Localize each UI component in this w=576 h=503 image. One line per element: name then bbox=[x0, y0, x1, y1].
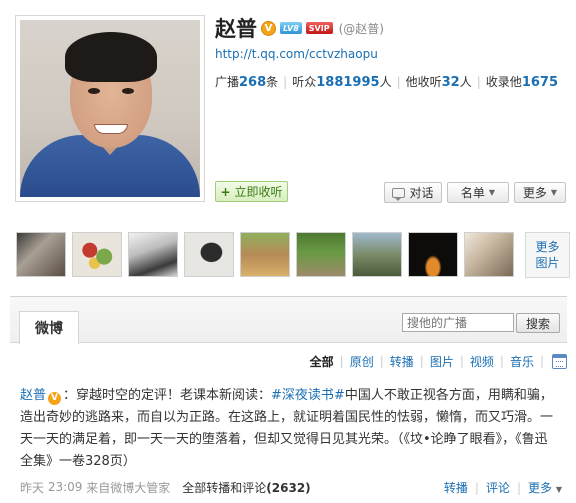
calendar-icon[interactable] bbox=[552, 353, 567, 369]
profile-handle: (@赵普) bbox=[338, 21, 384, 36]
filter-music[interactable]: 音乐 bbox=[510, 353, 534, 370]
profile-avatar bbox=[15, 15, 205, 202]
chevron-down-icon: ▼ bbox=[555, 485, 562, 494]
following-stat[interactable]: 他收听32人 bbox=[406, 73, 472, 90]
post-body: 赵普 V ：穿越时空的定评！老课本新阅读：#深夜读书#中国人不敢正视各方面，用瞒和骗… bbox=[20, 388, 554, 469]
profile-name-row: 赵普 V LV8 SVIP (@赵普) bbox=[215, 14, 384, 42]
post-day: 昨天 bbox=[20, 480, 45, 495]
search-input[interactable] bbox=[402, 313, 514, 332]
plus-icon: + bbox=[220, 184, 231, 199]
list-button[interactable]: 名单 ▼ bbox=[447, 182, 509, 203]
search-button[interactable]: 搜索 bbox=[516, 313, 560, 333]
more-button[interactable]: 更多 ▼ bbox=[514, 182, 566, 203]
post-source[interactable]: 来自微博大管家 bbox=[86, 479, 170, 496]
tab-weibo[interactable]: 微博 bbox=[19, 311, 79, 344]
comment-link[interactable]: 评论 bbox=[486, 479, 510, 496]
more-photos-link[interactable]: 更多 图片 bbox=[525, 232, 570, 278]
filter-all[interactable]: 全部 bbox=[310, 353, 334, 370]
filter-original[interactable]: 原创 bbox=[350, 353, 374, 370]
photo-thumbnail[interactable] bbox=[128, 232, 178, 277]
chevron-down-icon: ▼ bbox=[488, 188, 496, 197]
verified-v-icon[interactable]: V bbox=[261, 20, 276, 36]
avatar-photo bbox=[20, 20, 200, 197]
profile-name: 赵普 bbox=[215, 17, 257, 41]
svip-badge[interactable]: SVIP bbox=[305, 22, 333, 34]
post-meta: 昨天 23:09 来自微博大管家 全部转播和评论(2632) 转播 | 评论 |… bbox=[20, 479, 562, 495]
chat-button[interactable]: 对话 bbox=[384, 182, 442, 203]
photo-thumbnail[interactable] bbox=[240, 232, 290, 277]
post-more-link[interactable]: 更多 ▼ bbox=[528, 479, 562, 496]
photo-thumbnail[interactable] bbox=[184, 232, 234, 277]
profile-url-link[interactable]: http://t.qq.com/cctvzhaopu bbox=[215, 47, 378, 61]
post-author-link[interactable]: 赵普 bbox=[20, 388, 46, 403]
post-topic-link[interactable]: #深夜读书# bbox=[271, 388, 345, 403]
all-reposts-link[interactable]: 全部转播和评论(2632) bbox=[182, 479, 310, 496]
repost-link[interactable]: 转播 bbox=[444, 479, 468, 496]
post-actions: 转播 | 评论 | 更多 ▼ bbox=[443, 479, 562, 496]
broadcast-stat[interactable]: 广播268条 bbox=[215, 73, 278, 90]
followedby-stat[interactable]: 收录他1675 bbox=[486, 73, 558, 90]
post-time[interactable]: 23:09 bbox=[48, 480, 83, 494]
filter-images[interactable]: 图片 bbox=[430, 353, 454, 370]
photo-thumbnail[interactable] bbox=[296, 232, 346, 277]
verified-v-icon: V bbox=[48, 392, 62, 405]
filter-bar: 全部 | 原创 | 转播 | 图片 | 视频 | 音乐 | bbox=[310, 353, 567, 369]
filter-repost[interactable]: 转播 bbox=[390, 353, 414, 370]
profile-stats: 广播268条 | 听众1881995人 | 他收听32人 | 收录他1675 bbox=[215, 73, 558, 90]
photo-thumbnail[interactable] bbox=[352, 232, 402, 277]
chevron-down-icon: ▼ bbox=[550, 188, 558, 197]
filter-video[interactable]: 视频 bbox=[470, 353, 494, 370]
photo-thumbnail[interactable] bbox=[72, 232, 122, 277]
photo-thumbnail[interactable] bbox=[16, 232, 66, 277]
chat-bubble-icon bbox=[392, 187, 406, 201]
follow-button[interactable]: + 立即收听 bbox=[215, 181, 288, 202]
weibo-tabbar: 微博 搜索 bbox=[10, 297, 567, 344]
level-badge[interactable]: LV8 bbox=[280, 22, 302, 34]
listeners-stat[interactable]: 听众1881995人 bbox=[292, 73, 391, 90]
photo-thumbnail[interactable] bbox=[408, 232, 458, 277]
photo-strip: 更多 图片 bbox=[16, 232, 570, 280]
photo-thumbnail[interactable] bbox=[464, 232, 514, 277]
weibo-panel: 微博 搜索 全部 | 原创 | 转播 | 图片 | 视频 | 音乐 | 赵普V：… bbox=[10, 296, 567, 503]
